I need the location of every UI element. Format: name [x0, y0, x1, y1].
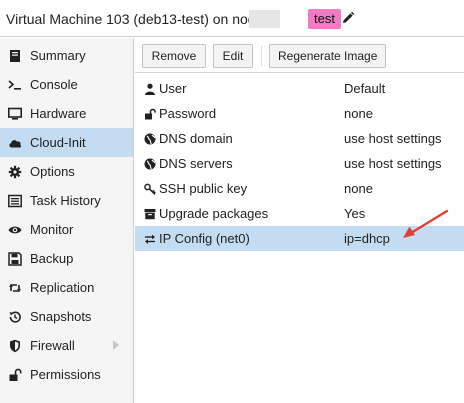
exchange-icon [143, 232, 156, 245]
sidebar-item-summary[interactable]: Summary [0, 41, 133, 70]
eye-icon [0, 223, 30, 237]
unlock-icon [143, 107, 156, 120]
row-key: User [159, 81, 187, 96]
row-value: use host settings [344, 131, 442, 146]
floppy-icon [0, 251, 30, 266]
sidebar-item-task-history[interactable]: Task History [0, 186, 133, 215]
content-header: Virtual Machine 103 (deb13-test) on node… [0, 0, 464, 37]
table-row[interactable]: DNS servers use host settings [135, 151, 464, 176]
gear-icon [0, 165, 30, 179]
row-key: DNS servers [159, 156, 233, 171]
retweet-icon [0, 281, 30, 295]
sidebar-item-label: Monitor [30, 222, 74, 237]
archive-icon [143, 207, 156, 220]
sidebar-item-label: Cloud-Init [30, 135, 86, 150]
shield-icon [0, 339, 30, 353]
sidebar-item-label: Snapshots [30, 309, 92, 324]
key-icon [143, 182, 156, 195]
row-key: SSH public key [159, 181, 248, 196]
sidebar-item-permissions[interactable]: Permissions [0, 360, 133, 389]
terminal-icon [0, 78, 30, 92]
sidebar-item-label: Hardware [30, 106, 87, 121]
sidebar-item-hardware[interactable]: Hardware [0, 99, 133, 128]
sidebar-item-label: Summary [30, 48, 86, 63]
row-value: Default [344, 81, 386, 96]
regenerate-image-button[interactable]: Regenerate Image [269, 44, 386, 68]
sidebar-item-console[interactable]: Console [0, 70, 133, 99]
remove-button[interactable]: Remove [142, 44, 206, 68]
table-row-selected[interactable]: IP Config (net0) ip=dhcp [135, 226, 464, 251]
row-key: Upgrade packages [159, 206, 269, 221]
sidebar-item-label: Permissions [30, 367, 101, 382]
row-key: DNS domain [159, 131, 233, 146]
history-icon [0, 310, 30, 324]
sidebar-item-cloud-init[interactable]: Cloud-Init [0, 128, 133, 157]
sidebar-item-backup[interactable]: Backup [0, 244, 133, 273]
sidebar-item-replication[interactable]: Replication [0, 273, 133, 302]
sidebar-item-firewall[interactable]: Firewall [0, 331, 133, 360]
toolbar-separator [261, 46, 262, 66]
table-row[interactable]: Password none [135, 101, 464, 126]
sidebar-item-label: Backup [30, 251, 74, 266]
sidebar-item-monitor[interactable]: Monitor [0, 215, 133, 244]
row-key: Password [159, 106, 217, 121]
table-row[interactable]: Upgrade packages Yes [135, 201, 464, 226]
row-value: none [344, 181, 373, 196]
row-value: none [344, 106, 373, 121]
sidebar-item-snapshots[interactable]: Snapshots [0, 302, 133, 331]
vm-tag[interactable]: test [308, 9, 341, 29]
globe-icon [143, 132, 156, 145]
list-icon [0, 194, 30, 208]
page-title: Virtual Machine 103 (deb13-test) on node [6, 11, 264, 27]
row-value: ip=dhcp [344, 231, 390, 246]
vm-sidebar: Summary Console Hardware Cloud-Init Opti… [0, 38, 134, 403]
user-icon [143, 82, 156, 95]
sidebar-item-label: Task History [30, 193, 101, 208]
table-row[interactable]: User Default [135, 76, 464, 101]
globe-icon [143, 157, 156, 170]
redacted-node-name [249, 10, 280, 28]
row-value: use host settings [344, 156, 442, 171]
book-icon [0, 49, 30, 63]
cloudinit-toolbar: Remove Edit Regenerate Image [135, 38, 464, 73]
table-row[interactable]: DNS domain use host settings [135, 126, 464, 151]
table-row[interactable]: SSH public key none [135, 176, 464, 201]
expand-arrow-icon[interactable] [113, 340, 119, 350]
pencil-icon[interactable] [341, 11, 355, 25]
cloud-icon [0, 136, 30, 150]
sidebar-item-options[interactable]: Options [0, 157, 133, 186]
sidebar-item-label: Console [30, 77, 78, 92]
sidebar-item-label: Options [30, 164, 75, 179]
row-value: Yes [344, 206, 366, 221]
unlock-icon [0, 368, 30, 382]
edit-button[interactable]: Edit [213, 44, 253, 68]
sidebar-item-label: Replication [30, 280, 95, 295]
desktop-icon [0, 107, 30, 121]
sidebar-item-label: Firewall [30, 338, 75, 353]
row-key: IP Config (net0) [159, 231, 250, 246]
